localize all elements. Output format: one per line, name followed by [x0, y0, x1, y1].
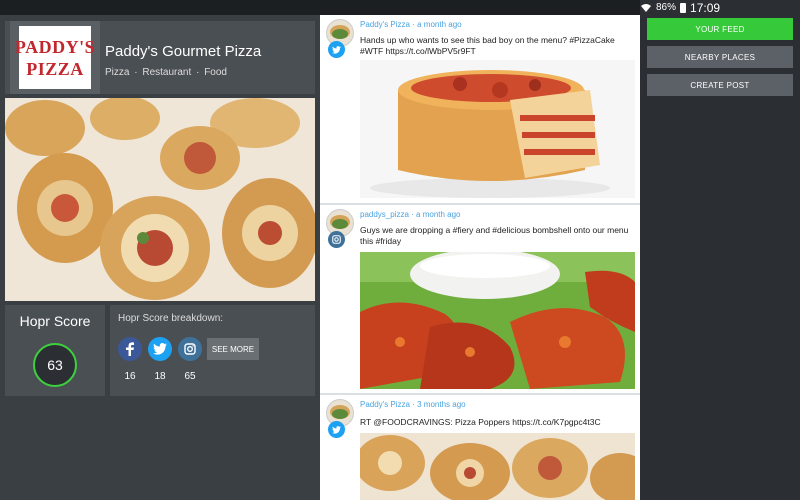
post-time: 3 months ago [417, 400, 466, 409]
logo-text-line1: PADDY'S [14, 36, 96, 57]
facebook-icon[interactable] [118, 337, 142, 361]
facebook-count: 16 [124, 371, 136, 382]
twitter-count: 18 [154, 371, 166, 382]
status-bar: 86% 17:09 [0, 0, 800, 15]
post-author[interactable]: Paddy's Pizza [360, 400, 410, 409]
battery-icon [680, 2, 687, 13]
post-text: RT @FOODCRAVINGS: Pizza Poppers https://… [360, 417, 601, 427]
hopr-score-title: Hopr Score [19, 313, 91, 329]
business-panel: PADDY'S PIZZA Paddy's Gourmet Pizza Pizz… [0, 15, 320, 500]
post-meta: Paddy's Pizza · 3 months ago [360, 400, 466, 409]
post-author[interactable]: paddys_pizza [360, 210, 409, 219]
twitter-icon [328, 421, 345, 438]
business-logo: PADDY'S PIZZA [10, 21, 100, 94]
post-meta: paddys_pizza · a month ago [360, 210, 461, 219]
post-image[interactable] [360, 252, 635, 389]
post-author[interactable]: Paddy's Pizza [360, 20, 410, 29]
create-post-button[interactable]: CREATE POST [647, 74, 793, 96]
social-feed[interactable]: Paddy's Pizza · a month ago Hands up who… [320, 15, 640, 500]
instagram-count: 65 [184, 371, 196, 382]
twitter-icon[interactable] [148, 337, 172, 361]
instagram-icon [328, 231, 345, 248]
business-name: Paddy's Gourmet Pizza [105, 43, 262, 60]
feed-post[interactable]: Paddy's Pizza · 3 months ago RT @FOODCRA… [320, 395, 640, 500]
feed-post[interactable]: paddys_pizza · a month ago Guys we are d… [320, 205, 640, 393]
score-breakdown-card: Hopr Score breakdown: SEE MORE 16 18 65 [110, 305, 315, 396]
see-more-button[interactable]: SEE MORE [207, 338, 259, 360]
business-hero-image [5, 98, 315, 301]
clock: 17:09 [690, 0, 721, 15]
business-categories: Pizza · Restaurant · Food [105, 67, 227, 78]
breakdown-title: Hopr Score breakdown: [118, 313, 224, 324]
post-time: a month ago [417, 20, 462, 29]
post-time: a month ago [416, 210, 461, 219]
wifi-icon [641, 3, 651, 12]
hopr-score-value: 63 [33, 343, 77, 387]
instagram-icon[interactable] [178, 337, 202, 361]
post-image[interactable] [360, 60, 635, 198]
twitter-icon [328, 41, 345, 58]
post-meta: Paddy's Pizza · a month ago [360, 20, 462, 29]
feed-post[interactable]: Paddy's Pizza · a month ago Hands up who… [320, 15, 640, 203]
logo-text-line2: PIZZA [26, 58, 84, 79]
hopr-score-card: Hopr Score 63 [5, 305, 105, 396]
nearby-places-button[interactable]: NEARBY PLACES [647, 46, 793, 68]
battery-percent: 86% [656, 2, 677, 13]
your-feed-button[interactable]: YOUR FEED [647, 18, 793, 40]
post-text: Hands up who wants to see this bad boy o… [360, 35, 615, 56]
business-header: PADDY'S PIZZA Paddy's Gourmet Pizza Pizz… [5, 21, 315, 94]
post-image[interactable] [360, 433, 635, 500]
nav-panel: YOUR FEED NEARBY PLACES CREATE POST [640, 15, 800, 500]
post-text: Guys we are dropping a #fiery and #delic… [360, 225, 629, 246]
